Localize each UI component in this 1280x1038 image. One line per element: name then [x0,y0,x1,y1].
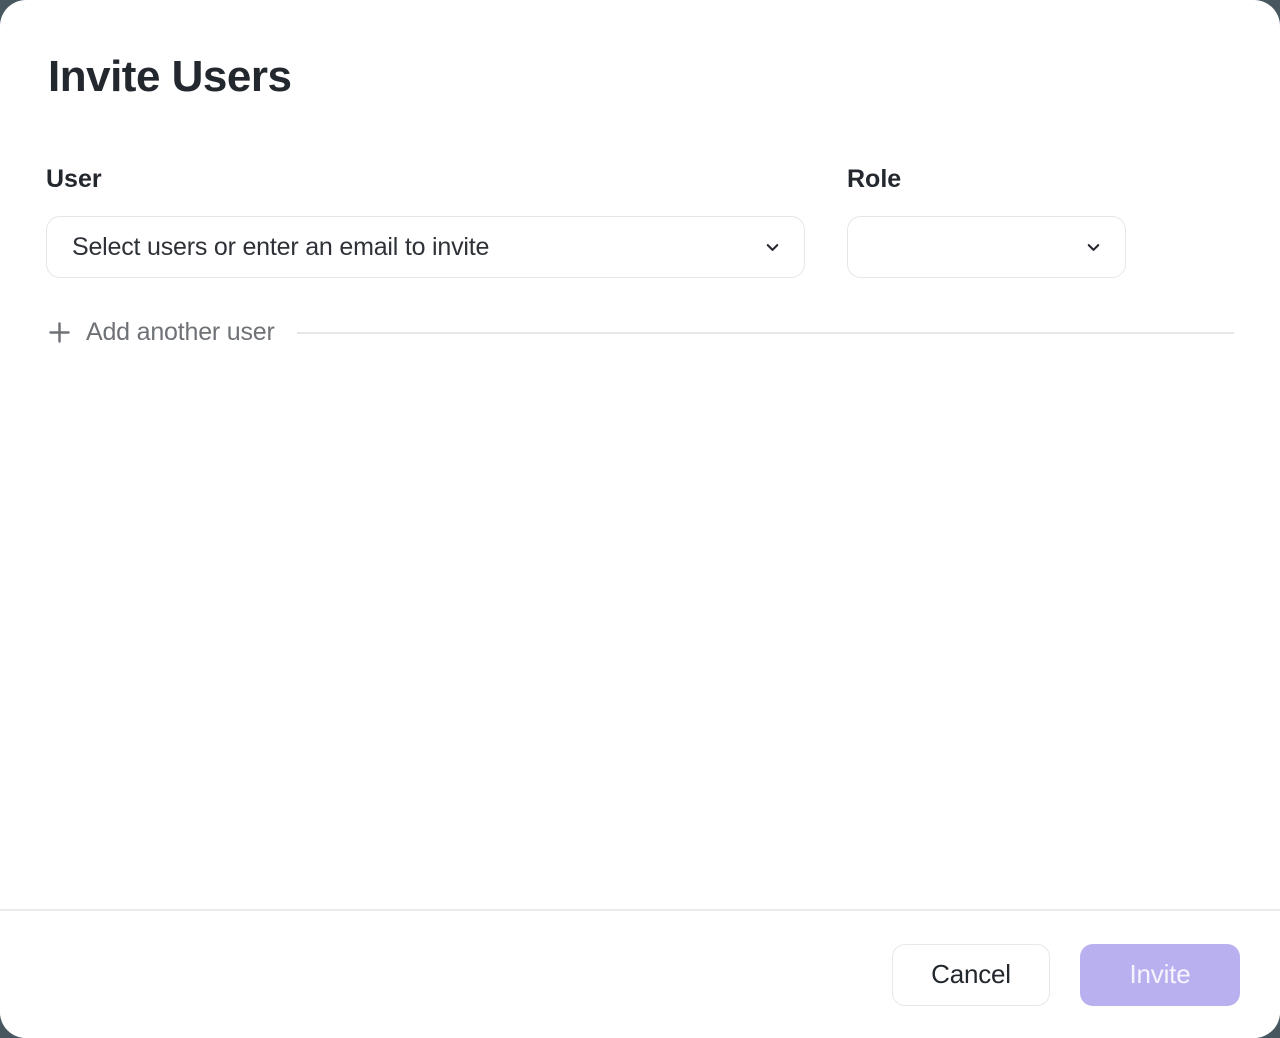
user-select[interactable]: Select users or enter an email to invite [46,216,805,278]
modal-footer: Cancel Invite [0,909,1280,1038]
cancel-button[interactable]: Cancel [892,944,1050,1006]
user-field-group: User Select users or enter an email to i… [46,164,805,278]
role-select[interactable] [847,216,1126,278]
add-another-user-label: Add another user [86,318,275,347]
invite-button[interactable]: Invite [1080,944,1240,1006]
horizontal-divider [297,332,1234,334]
add-another-user-button[interactable]: Add another user [46,318,275,347]
chevron-down-icon [763,238,782,257]
plus-icon [46,319,73,346]
invite-users-modal: Invite Users User Select users or enter … [0,0,1280,1038]
page-title: Invite Users [48,52,291,102]
user-label: User [46,164,805,194]
user-select-value: Select users or enter an email to invite [72,233,489,262]
role-field-group: Role [847,164,1126,278]
chevron-down-icon [1084,238,1103,257]
add-another-user-row: Add another user [46,318,1234,347]
role-label: Role [847,164,1126,194]
